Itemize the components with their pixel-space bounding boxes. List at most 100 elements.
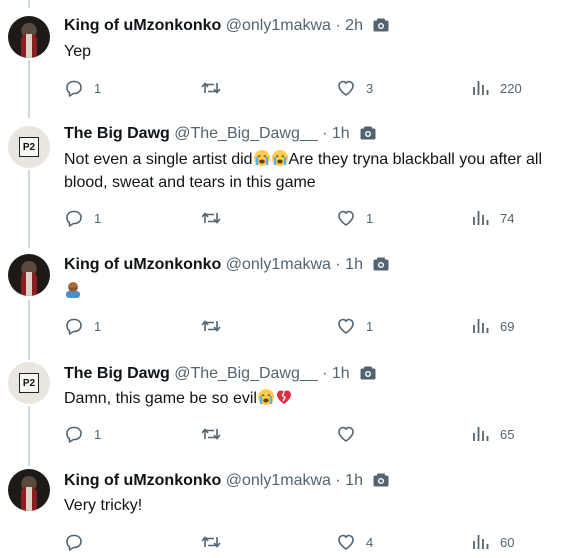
display-name[interactable]: King of uMzonkonko	[64, 17, 221, 34]
timestamp[interactable]: · 1h	[322, 125, 350, 142]
tweet-header: The Big Dawg @The_Big_Dawg__ · 1h	[64, 124, 376, 146]
like-button[interactable]	[336, 424, 366, 444]
reply-button[interactable]: 1	[64, 424, 101, 444]
loudly-crying-face-icon	[271, 149, 289, 167]
heart-icon	[336, 424, 356, 444]
loudly-crying-face-icon	[253, 149, 271, 167]
like-button[interactable]: 1	[336, 316, 373, 336]
tweet-text: Yep	[64, 43, 91, 60]
retweet-button[interactable]	[200, 78, 222, 98]
views-count: 220	[500, 80, 522, 96]
man-facepalming-icon	[64, 280, 82, 298]
reply-button[interactable]: 1	[64, 208, 101, 228]
retweet-icon	[200, 532, 222, 552]
display-name[interactable]: King of uMzonkonko	[64, 256, 221, 273]
views-count: 65	[500, 426, 515, 442]
display-name[interactable]: The Big Dawg	[64, 125, 170, 142]
display-name[interactable]: The Big Dawg	[64, 365, 170, 382]
camera-icon	[373, 257, 389, 277]
views-icon	[472, 78, 490, 98]
heart-icon	[336, 78, 356, 98]
views-button[interactable]: 60	[472, 532, 514, 552]
p2-logo-icon: P2	[19, 137, 39, 157]
views-button[interactable]: 65	[472, 424, 514, 444]
timestamp[interactable]: · 2h	[335, 17, 363, 34]
display-name[interactable]: King of uMzonkonko	[64, 472, 221, 489]
timestamp[interactable]: · 1h	[322, 365, 350, 382]
tweet-actions: 1 1 69	[64, 316, 571, 336]
heart-icon	[336, 208, 356, 228]
tweet-header: The Big Dawg @The_Big_Dawg__ · 1h	[64, 364, 376, 386]
views-icon	[472, 532, 490, 552]
user-handle[interactable]: @only1makwa	[226, 256, 331, 273]
reply-icon	[64, 532, 84, 552]
retweet-icon	[200, 424, 222, 444]
like-button[interactable]: 3	[336, 78, 373, 98]
user-handle[interactable]: @The_Big_Dawg__	[174, 365, 317, 382]
loudly-crying-face-icon	[257, 388, 275, 406]
retweet-icon	[200, 208, 222, 228]
reply-icon	[64, 424, 84, 444]
tweet-text	[64, 280, 571, 302]
timestamp[interactable]: · 1h	[335, 256, 363, 273]
user-handle[interactable]: @only1makwa	[226, 17, 331, 34]
heart-icon	[336, 532, 356, 552]
retweet-icon	[200, 316, 222, 336]
avatar[interactable]	[8, 469, 50, 511]
retweet-button[interactable]	[200, 532, 222, 552]
views-icon	[472, 424, 490, 444]
like-count: 1	[366, 318, 374, 334]
reply-count: 1	[94, 426, 102, 442]
broken-heart-icon	[275, 388, 293, 406]
reply-count: 1	[94, 80, 102, 96]
reply-icon	[64, 208, 84, 228]
retweet-button[interactable]	[200, 316, 222, 336]
tweet-header: King of uMzonkonko @only1makwa · 1h	[64, 471, 389, 493]
like-count: 4	[366, 534, 374, 550]
reply-count: 1	[94, 318, 102, 334]
like-button[interactable]: 1	[336, 208, 373, 228]
reply-button[interactable]: 1	[64, 78, 101, 98]
reply-button[interactable]	[64, 532, 94, 552]
views-icon	[472, 316, 490, 336]
tweet-text: Very tricky!	[64, 497, 143, 514]
retweet-button[interactable]	[200, 208, 222, 228]
tweet-text-line2: blood, sweat and tears in this game	[64, 174, 316, 191]
avatar[interactable]	[8, 16, 50, 58]
heart-icon	[336, 316, 356, 336]
reply-icon	[64, 316, 84, 336]
timestamp[interactable]: · 1h	[335, 472, 363, 489]
p2-logo-icon: P2	[19, 373, 39, 393]
avatar[interactable]	[8, 254, 50, 296]
views-button[interactable]: 220	[472, 78, 522, 98]
avatar[interactable]: P2	[8, 362, 50, 404]
thread-line	[28, 406, 30, 466]
views-button[interactable]: 69	[472, 316, 514, 336]
user-handle[interactable]: @only1makwa	[226, 472, 331, 489]
reply-count: 1	[94, 210, 102, 226]
reply-icon	[64, 78, 84, 98]
views-count: 69	[500, 318, 515, 334]
retweet-button[interactable]	[200, 424, 222, 444]
reply-button[interactable]: 1	[64, 316, 101, 336]
like-button[interactable]: 4	[336, 532, 373, 552]
tweet-actions: 4 60	[64, 532, 571, 552]
avatar[interactable]: P2	[8, 126, 50, 168]
tweet-header: King of uMzonkonko @only1makwa · 1h	[64, 255, 389, 277]
camera-icon	[360, 126, 376, 146]
thread-line	[28, 60, 30, 118]
camera-icon	[373, 473, 389, 493]
thread-line	[28, 0, 30, 8]
user-handle[interactable]: @The_Big_Dawg__	[174, 125, 317, 142]
tweet-text: Damn, this game be so evil	[64, 388, 571, 410]
tweet-text: Not even a single artist did Are they try…	[64, 149, 543, 168]
thread-line	[28, 170, 30, 248]
like-count: 3	[366, 80, 374, 96]
tweet-actions: 1 3 220	[64, 78, 571, 98]
camera-icon	[373, 18, 389, 38]
views-button[interactable]: 74	[472, 208, 514, 228]
views-count: 74	[500, 210, 515, 226]
like-count: 1	[366, 210, 374, 226]
views-icon	[472, 208, 490, 228]
reply-thread: King of uMzonkonko @only1makwa · 2h Yep …	[0, 0, 571, 558]
